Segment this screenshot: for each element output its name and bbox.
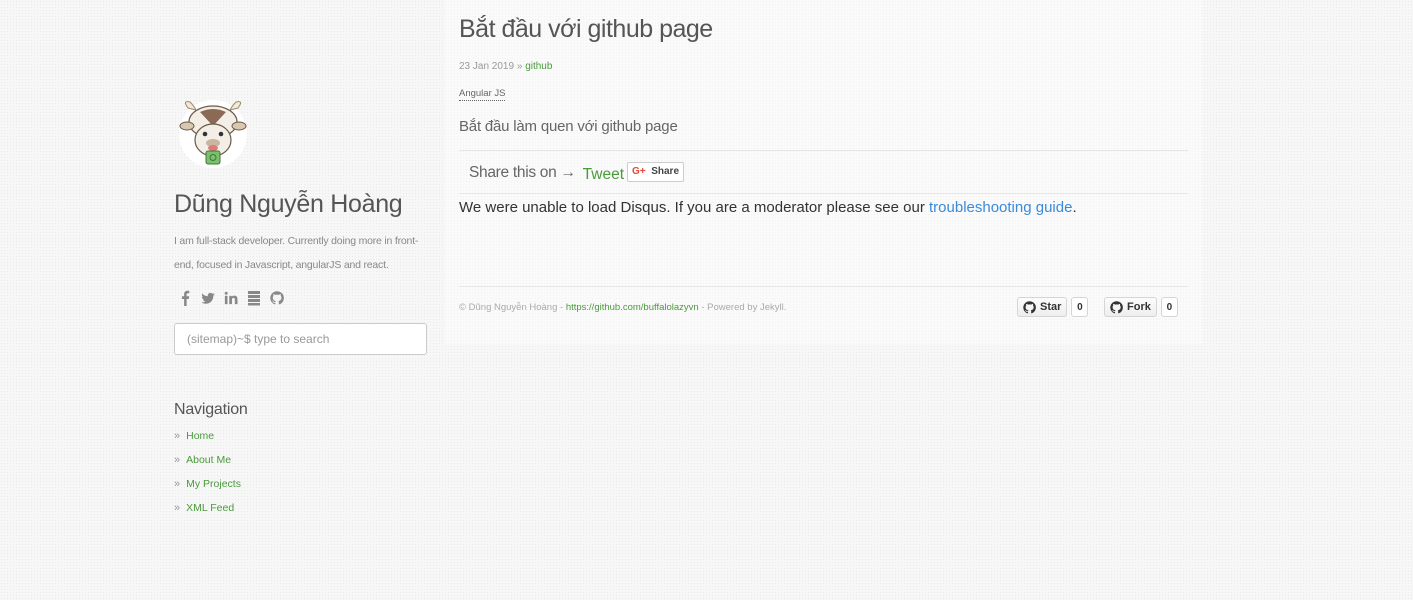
github-fork-button[interactable]: Fork bbox=[1104, 297, 1157, 317]
github-icon[interactable] bbox=[270, 290, 284, 306]
post-meta: 23 Jan 2019 » github bbox=[459, 61, 552, 72]
footer: © Dũng Nguyễn Hoàng - https://github.com… bbox=[459, 302, 786, 313]
github-fork-widget: Fork 0 bbox=[1104, 297, 1178, 317]
divider bbox=[459, 286, 1188, 287]
disqus-message-text: We were unable to load Disqus. If you ar… bbox=[459, 199, 925, 216]
nav-item-home: » Home bbox=[174, 428, 241, 452]
nav-link-home[interactable]: Home bbox=[186, 430, 214, 442]
post-date: 23 Jan 2019 bbox=[459, 61, 515, 72]
share-bar: Share this on → Tweet G+ Share bbox=[469, 161, 685, 184]
nav-bullet: » bbox=[174, 502, 181, 514]
author-name[interactable]: Dũng Nguyễn Hoàng bbox=[174, 190, 403, 219]
github-icon bbox=[1023, 300, 1036, 313]
nav-link-about[interactable]: About Me bbox=[186, 454, 231, 466]
nav-item-about: » About Me bbox=[174, 452, 241, 476]
nav-heading: Navigation bbox=[174, 401, 248, 418]
nav-link-projects[interactable]: My Projects bbox=[186, 478, 241, 490]
github-icon bbox=[1110, 300, 1123, 313]
social-links bbox=[178, 290, 284, 306]
appa-avatar-image bbox=[179, 100, 247, 168]
gplus-share-button[interactable]: G+ Share bbox=[627, 161, 685, 182]
nav-bullet: » bbox=[174, 478, 181, 490]
post-container: Bắt đầu với github page 23 Jan 2019 » gi… bbox=[445, 0, 1202, 344]
divider bbox=[459, 193, 1188, 194]
meta-separator: » bbox=[516, 61, 523, 72]
github-fork-label: Fork bbox=[1127, 301, 1151, 313]
github-fork-count[interactable]: 0 bbox=[1160, 297, 1178, 317]
search-input[interactable] bbox=[175, 324, 426, 354]
divider bbox=[459, 150, 1188, 151]
post-tag[interactable]: Angular JS bbox=[459, 88, 506, 101]
facebook-icon[interactable] bbox=[178, 290, 192, 306]
gplus-icon: G+ bbox=[632, 166, 646, 177]
github-star-widget: Star 0 bbox=[1017, 297, 1089, 317]
nav-list: » Home » About Me » My Projects » XML Feed bbox=[174, 428, 241, 524]
search-box bbox=[174, 323, 427, 355]
nav-item-projects: » My Projects bbox=[174, 476, 241, 500]
post-title: Bắt đầu với github page bbox=[459, 15, 713, 43]
share-label: Share this on → bbox=[469, 163, 576, 181]
author-bio: I am full-stack developer. Currently doi… bbox=[174, 235, 419, 271]
footer-github-link[interactable]: https://github.com/buffalolazyvn bbox=[566, 302, 699, 313]
nav-link-feed[interactable]: XML Feed bbox=[186, 502, 234, 514]
disqus-period: . bbox=[1072, 199, 1077, 216]
github-star-label: Star bbox=[1040, 301, 1062, 313]
nav-bullet: » bbox=[174, 430, 181, 442]
post-excerpt: Bắt đầu làm quen với github page bbox=[459, 118, 678, 135]
github-star-button[interactable]: Star bbox=[1017, 297, 1068, 317]
linkedin-icon[interactable] bbox=[224, 290, 238, 306]
avatar[interactable] bbox=[178, 96, 248, 168]
disqus-error-message: We were unable to load Disqus. If you ar… bbox=[459, 199, 1077, 216]
footer-copyright: © Dũng Nguyễn Hoàng - bbox=[459, 302, 564, 313]
nav-item-feed: » XML Feed bbox=[174, 500, 241, 524]
nav-bullet: » bbox=[174, 454, 181, 466]
tweet-link[interactable]: Tweet bbox=[583, 166, 624, 184]
stack-icon[interactable] bbox=[247, 290, 261, 306]
gplus-share-label: Share bbox=[651, 166, 680, 177]
footer-powered: - Powered by Jekyll. bbox=[701, 302, 787, 313]
post-category-link[interactable]: github bbox=[525, 61, 552, 72]
twitter-icon[interactable] bbox=[201, 290, 215, 306]
troubleshooting-guide-link[interactable]: troubleshooting guide bbox=[929, 199, 1072, 216]
github-star-count[interactable]: 0 bbox=[1071, 297, 1089, 317]
